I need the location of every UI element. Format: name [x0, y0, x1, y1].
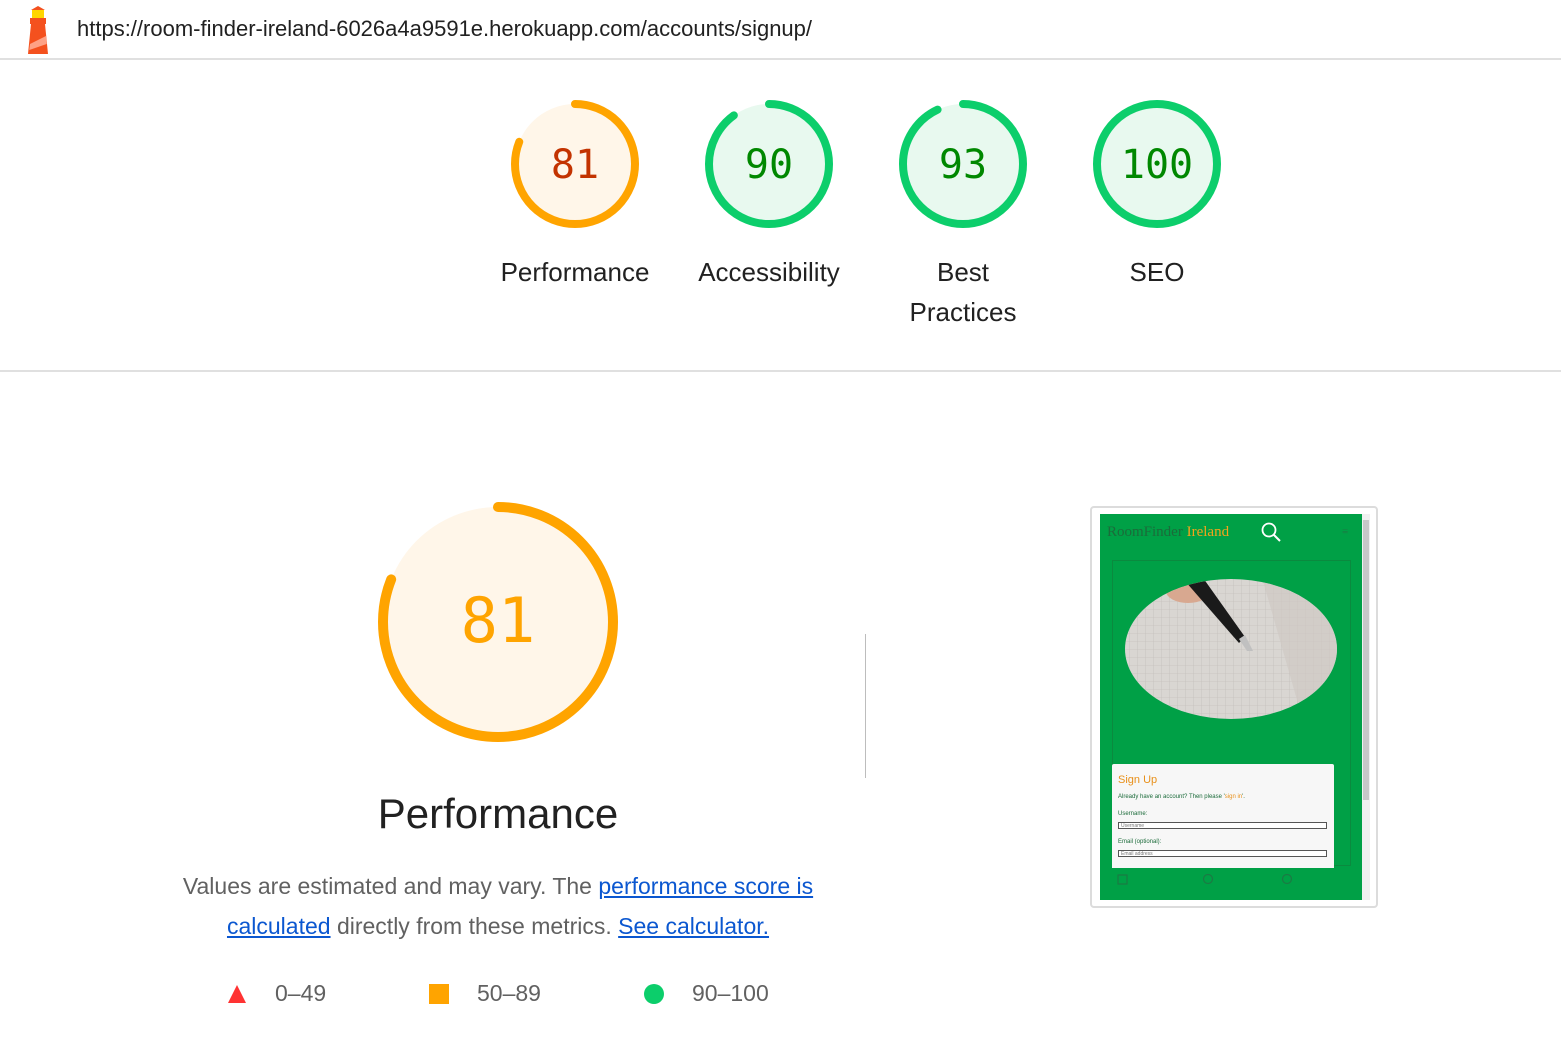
svg-text:100: 100	[1121, 142, 1193, 188]
thumb-brand: RoomFinder Ireland	[1107, 524, 1230, 540]
score-ring: 90	[705, 100, 833, 228]
score-ring: 100	[1093, 100, 1221, 228]
square-icon	[429, 983, 449, 1004]
gauge-performance[interactable]: 81 Performance	[490, 98, 660, 292]
desc-text: directly from these metrics.	[330, 913, 619, 939]
circle-icon	[644, 983, 664, 1004]
legend-fail: 0–49	[227, 980, 326, 1007]
legend-average: 50–89	[429, 980, 541, 1007]
triangle-icon	[228, 984, 246, 1003]
score-ring: 81	[511, 100, 639, 228]
legend-pass: 90–100	[644, 980, 769, 1007]
svg-text:81: 81	[551, 142, 599, 188]
gauge-label: Accessibility	[698, 257, 840, 287]
svg-text:81: 81	[461, 584, 536, 657]
performance-score-gauge: 81	[378, 502, 618, 742]
username-field: Username	[1118, 822, 1327, 829]
signup-form-preview: Sign Up Already have an account? Then pl…	[1112, 764, 1334, 874]
gauge-label: SEO	[1129, 257, 1185, 287]
score-legend: 0–49 50–89 90–100	[0, 980, 1000, 1020]
username-label: Username:	[1118, 811, 1148, 817]
email-label: Email (optional):	[1118, 839, 1162, 845]
form-title: Sign Up	[1118, 774, 1158, 786]
form-subtitle: Already have an account? Then please 'si…	[1118, 794, 1245, 800]
thumb-scrollbar	[1362, 514, 1370, 900]
final-screenshot: RoomFinder Ireland ≡ Sign Up Already hav…	[1100, 514, 1370, 900]
vertical-divider	[865, 634, 866, 778]
search-magnifier-icon	[1261, 522, 1281, 542]
see-calculator-link[interactable]: See calculator.	[618, 913, 769, 939]
email-field: Email address	[1118, 850, 1327, 857]
gauge-accessibility[interactable]: 90 Accessibility	[684, 98, 854, 292]
report-header: https://room-finder-ireland-6026a4a9591e…	[0, 0, 1561, 60]
gauge-best-practices[interactable]: 93 Best Practices	[878, 98, 1048, 332]
score-gauges: 81 Performance 90 Accessibility 93 Best …	[0, 98, 1561, 358]
desc-text: Values are estimated and may vary. The	[182, 873, 599, 899]
legend-label: 0–49	[275, 980, 327, 1006]
thumb-footer	[1100, 868, 1362, 900]
hamburger-icon: ≡	[1342, 526, 1349, 538]
svg-text:93: 93	[939, 142, 987, 188]
section-divider	[0, 370, 1561, 372]
score-ring: 93	[899, 100, 1027, 228]
gauge-label: Performance	[500, 257, 650, 287]
footer-icons	[1117, 873, 1293, 885]
performance-title: Performance	[377, 790, 619, 837]
performance-description: Values are estimated and may vary. The p…	[170, 866, 826, 946]
legend-label: 50–89	[477, 980, 541, 1006]
legend-label: 90–100	[692, 980, 769, 1006]
thumb-navbar: RoomFinder Ireland ≡	[1100, 514, 1362, 550]
page-url[interactable]: https://room-finder-ireland-6026a4a9591e…	[77, 16, 812, 42]
lighthouse-icon	[28, 6, 48, 54]
svg-text:90: 90	[745, 142, 793, 188]
gauge-label: Best Practices	[909, 257, 1017, 327]
gauge-seo[interactable]: 100 SEO	[1072, 98, 1242, 292]
